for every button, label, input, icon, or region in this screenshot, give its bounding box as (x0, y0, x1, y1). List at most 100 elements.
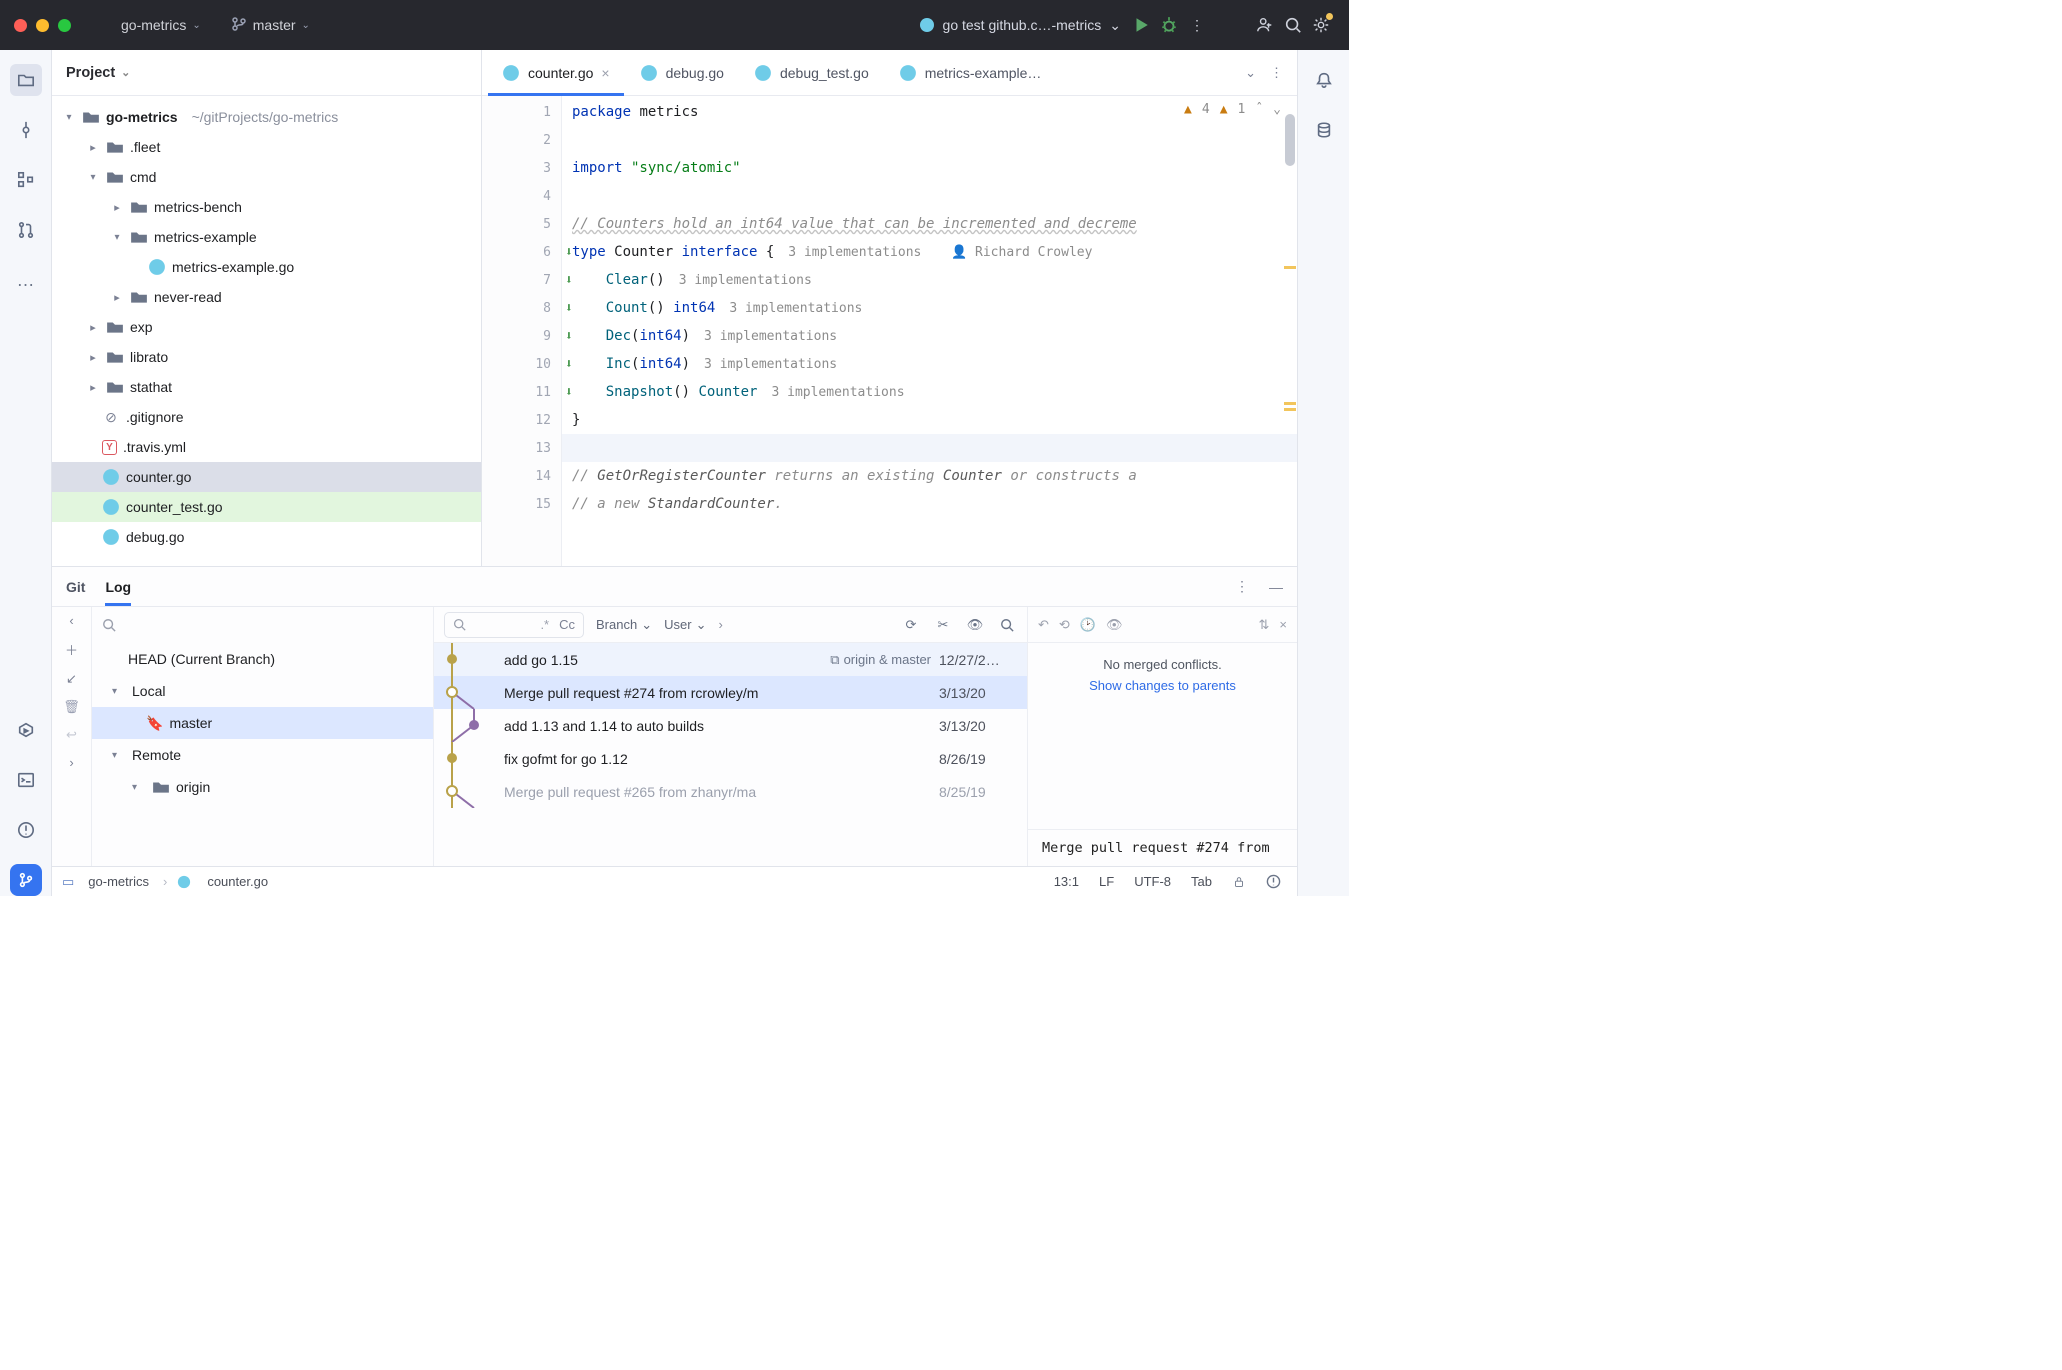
expand-icon[interactable] (86, 321, 100, 334)
line-separator[interactable]: LF (1093, 874, 1120, 889)
revert-icon[interactable]: ⟲ (1059, 617, 1070, 633)
inspection-widget[interactable]: ▲4 ▲1 ˆ ⌄ (1184, 102, 1281, 117)
scrollbar-thumb[interactable] (1285, 114, 1295, 166)
notifications-button[interactable] (1308, 64, 1340, 96)
next-highlight-icon[interactable]: ⌄ (1273, 102, 1281, 117)
git-tab-git[interactable]: Git (66, 567, 85, 606)
close-tab-icon[interactable]: × (601, 65, 609, 81)
git-tab-log[interactable]: Log (105, 567, 131, 606)
expand-collapse-icon[interactable]: ⇅ (1259, 617, 1270, 633)
tree-node[interactable]: .fleet (52, 132, 481, 162)
match-case-toggle[interactable]: Cc (559, 617, 575, 632)
code-with-me-icon[interactable] (1251, 11, 1279, 39)
branch-origin[interactable]: origin (92, 771, 433, 803)
branch-head[interactable]: HEAD (Current Branch) (92, 643, 433, 675)
problems-toolwindow-button[interactable] (10, 814, 42, 846)
tree-node[interactable]: librato (52, 342, 481, 372)
history-icon[interactable]: 🕑 (1080, 617, 1096, 633)
expand-icon[interactable] (112, 749, 126, 761)
collapse-icon[interactable]: ↙ (66, 671, 77, 687)
tree-node[interactable]: metrics-bench (52, 192, 481, 222)
author-hint[interactable]: 👤 Richard Crowley (935, 245, 1092, 260)
inlay-hint[interactable]: 3 implementations (679, 273, 812, 288)
preview-icon[interactable]: 👁 (1106, 617, 1123, 633)
commit-row[interactable]: fix gofmt for go 1.12 8/26/19 (434, 742, 1027, 775)
expand-icon[interactable] (110, 201, 124, 214)
hide-icon[interactable]: — (1269, 579, 1283, 595)
run-button[interactable] (1127, 11, 1155, 39)
tree-node[interactable]: never-read (52, 282, 481, 312)
branch-selector[interactable]: master ⌄ (225, 12, 316, 39)
cherry-pick-icon[interactable]: ✂ (933, 615, 953, 635)
implements-icon[interactable]: ⬇ (565, 245, 579, 259)
readonly-toggle-icon[interactable] (1226, 875, 1252, 889)
code-editor[interactable]: ▲4 ▲1 ˆ ⌄ 1 2 3 4 5 6⬇ 7⬇ 8⬇ 9⬇ (482, 96, 1297, 566)
project-toolwindow-header[interactable]: Project ⌄ (52, 50, 481, 96)
minimize-window-button[interactable] (36, 19, 49, 32)
more-toolwindows-button[interactable]: … (10, 264, 42, 296)
commit-row-selected[interactable]: Merge pull request #274 from rcrowley/m … (434, 676, 1027, 709)
tab-counter[interactable]: counter.go × (488, 50, 624, 95)
expand-icon[interactable] (110, 291, 124, 304)
settings-icon[interactable] (1307, 11, 1335, 39)
tabs-more-icon[interactable]: ⋮ (1270, 65, 1283, 81)
implements-icon[interactable]: ⬇ (565, 357, 579, 371)
expand-icon[interactable] (86, 351, 100, 364)
inlay-hint[interactable]: 3 implementations (788, 245, 921, 260)
search-everywhere-icon[interactable] (1279, 11, 1307, 39)
expand-icon[interactable] (86, 172, 100, 183)
branch-search[interactable] (92, 607, 433, 643)
show-changes-link[interactable]: Show changes to parents (1089, 678, 1236, 693)
database-button[interactable] (1308, 114, 1340, 146)
prev-highlight-icon[interactable]: ˆ (1255, 102, 1263, 117)
tab-debug[interactable]: debug.go (626, 50, 738, 95)
tree-node[interactable]: metrics-example (52, 222, 481, 252)
tree-node[interactable]: exp (52, 312, 481, 342)
arrow-icon[interactable]: ↩ (66, 727, 77, 743)
breadcrumb-file[interactable]: counter.go (201, 874, 274, 889)
editor-scrollbar[interactable] (1283, 96, 1297, 566)
more-actions-button[interactable]: ⋮ (1183, 11, 1211, 39)
implements-icon[interactable]: ⬇ (565, 329, 579, 343)
warning-marker[interactable] (1284, 266, 1296, 269)
inlay-hint[interactable]: 3 implementations (771, 385, 904, 400)
undo-icon[interactable]: ↶ (1038, 617, 1049, 633)
expand-icon[interactable] (112, 685, 126, 697)
version-control-toolwindow-button[interactable] (10, 864, 42, 896)
implements-icon[interactable]: ⬇ (565, 385, 579, 399)
tree-node[interactable]: cmd (52, 162, 481, 192)
search-icon[interactable] (997, 615, 1017, 635)
zoom-window-button[interactable] (58, 19, 71, 32)
commit-row[interactable]: add 1.13 and 1.14 to auto builds 3/13/20 (434, 709, 1027, 742)
close-details-icon[interactable]: × (1279, 617, 1287, 632)
debug-button[interactable] (1155, 11, 1183, 39)
inlay-hint[interactable]: 3 implementations (704, 357, 837, 372)
branch-filter[interactable]: Branch ⌄ (596, 617, 652, 633)
terminal-toolwindow-button[interactable] (10, 764, 42, 796)
tree-root[interactable]: go-metrics ~/gitProjects/go-metrics (52, 102, 481, 132)
tree-node[interactable]: Y .travis.yml (52, 432, 481, 462)
git-log-search[interactable]: .* Cc (444, 612, 584, 638)
project-selector[interactable]: go-metrics ⌄ (115, 13, 207, 37)
tree-node[interactable]: debug.go (52, 522, 481, 552)
more-icon[interactable]: ⋮ (1235, 578, 1249, 595)
expand-right-icon[interactable]: › (69, 755, 73, 770)
close-window-button[interactable] (14, 19, 27, 32)
warning-marker[interactable] (1284, 402, 1296, 405)
expand-icon[interactable] (86, 141, 100, 154)
tab-metrics-example[interactable]: metrics-example… (885, 50, 1056, 95)
warning-marker[interactable] (1284, 408, 1296, 411)
implements-icon[interactable]: ⬇ (565, 301, 579, 315)
more-filters-icon[interactable]: › (718, 617, 722, 632)
eye-icon[interactable]: 👁 (965, 615, 985, 635)
caret-position[interactable]: 13:1 (1048, 874, 1085, 889)
pull-requests-button[interactable] (10, 214, 42, 246)
structure-toolwindow-button[interactable] (10, 164, 42, 196)
expand-icon[interactable] (110, 232, 124, 243)
services-toolwindow-button[interactable] (10, 714, 42, 746)
refresh-icon[interactable]: ⟳ (901, 615, 921, 635)
run-configuration-selector[interactable]: go test github.c…-metrics ⌄ (913, 17, 1127, 34)
code-body[interactable]: package metrics import "sync/atomic" // … (562, 96, 1297, 566)
commit-row[interactable]: add go 1.15 ⧉ origin & master 12/27/2… (434, 643, 1027, 676)
indent-setting[interactable]: Tab (1185, 874, 1218, 889)
